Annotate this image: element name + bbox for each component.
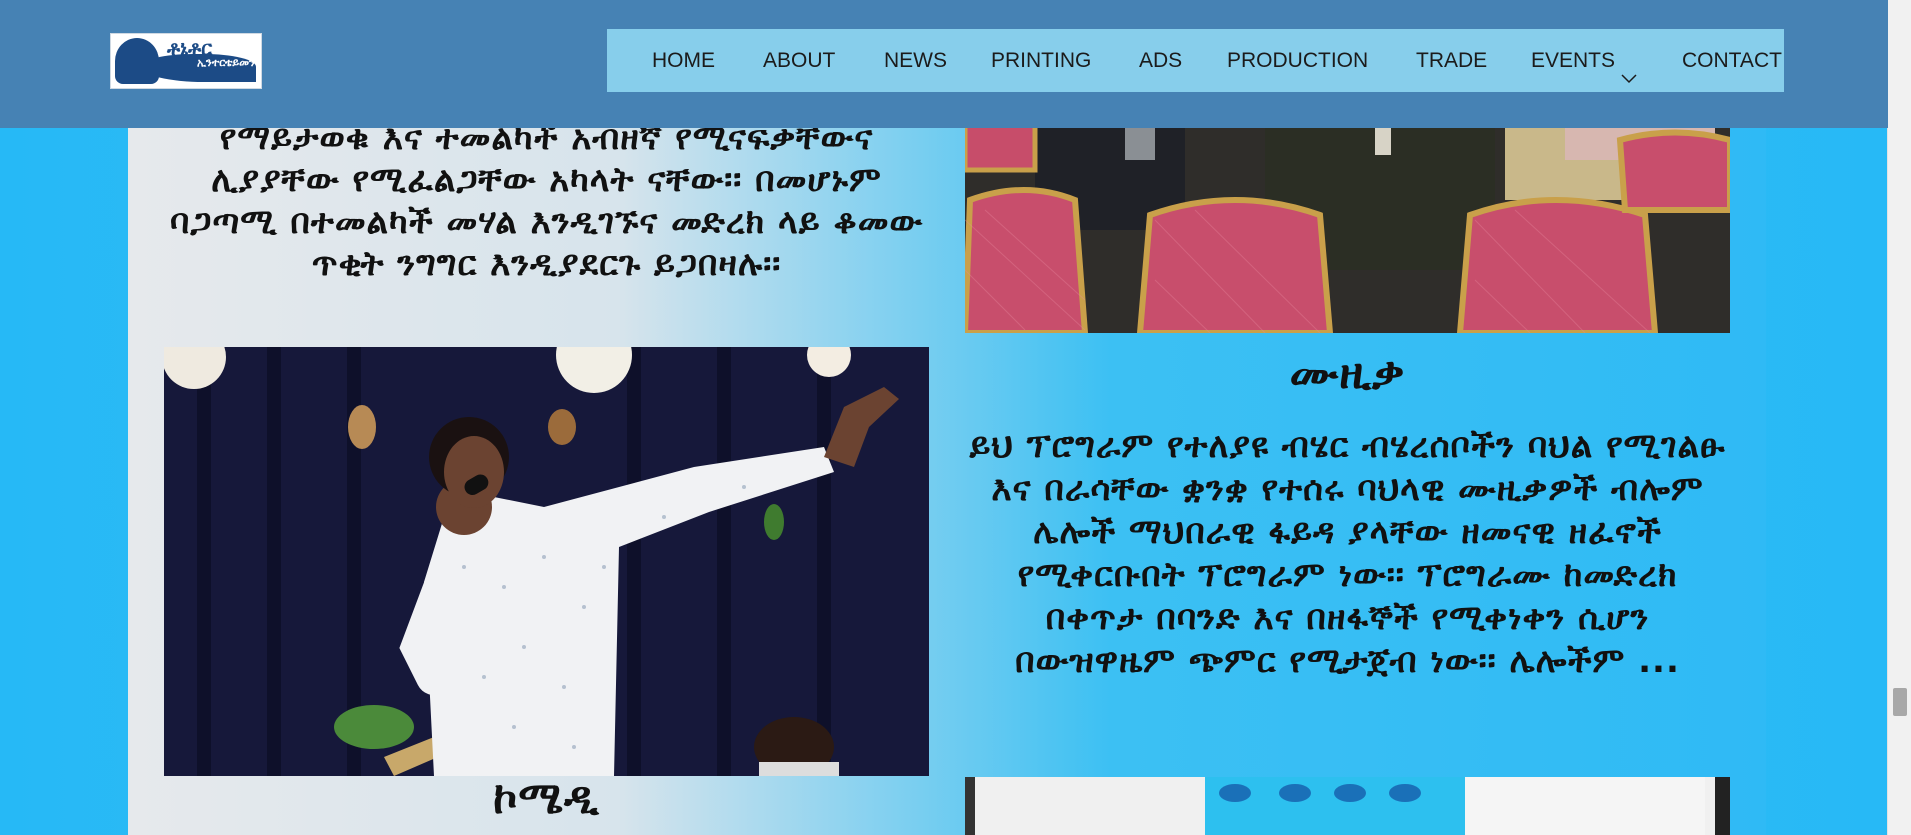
nav-events[interactable]: EVENTS: [1531, 29, 1637, 92]
site-logo[interactable]: ቶኔቶር ኢንተርቴይመንት: [110, 33, 262, 89]
audience-seats-image: [965, 120, 1730, 333]
nav-news[interactable]: NEWS: [884, 29, 947, 92]
nav-events-label: EVENTS: [1531, 49, 1616, 72]
chevron-down-icon: [1621, 46, 1637, 109]
event-description-paragraph: የማይታወቁ እና ተመልካች አብዘኛ የሚናፍቃቸውና ሊያያቸው የሚፈል…: [169, 118, 924, 284]
music-section-title: ሙዚቃ: [1289, 348, 1406, 399]
nav-trade[interactable]: TRADE: [1416, 29, 1487, 92]
logo-text-secondary: ኢንተርቴይመንት: [197, 56, 262, 69]
nav-ads[interactable]: ADS: [1139, 29, 1182, 92]
logo-people-icon: [115, 38, 159, 84]
nav-contact[interactable]: CONTACT: [1682, 29, 1782, 92]
stage-event-image: [965, 777, 1730, 835]
scrollbar-thumb[interactable]: [1893, 688, 1907, 716]
nav-printing[interactable]: PRINTING: [991, 29, 1091, 92]
nav-production[interactable]: PRODUCTION: [1227, 29, 1368, 92]
nav-about[interactable]: ABOUT: [763, 29, 835, 92]
comedy-section-title: ኮሜዲ: [493, 773, 600, 824]
site-header: ቶኔቶር ኢንተርቴይመንት HOME ABOUT NEWS PRINTING …: [0, 0, 1888, 128]
singer-performance-image: [164, 347, 929, 776]
nav-home[interactable]: HOME: [652, 29, 715, 92]
music-description-paragraph: ይህ ፕሮግራም የተለያዩ ብሄር ብሄረሰቦችን ባህል የሚገልፁ እና …: [969, 426, 1726, 681]
main-navigation: HOME ABOUT NEWS PRINTING ADS PRODUCTION …: [607, 29, 1784, 92]
page-scrollbar[interactable]: [1887, 0, 1911, 835]
